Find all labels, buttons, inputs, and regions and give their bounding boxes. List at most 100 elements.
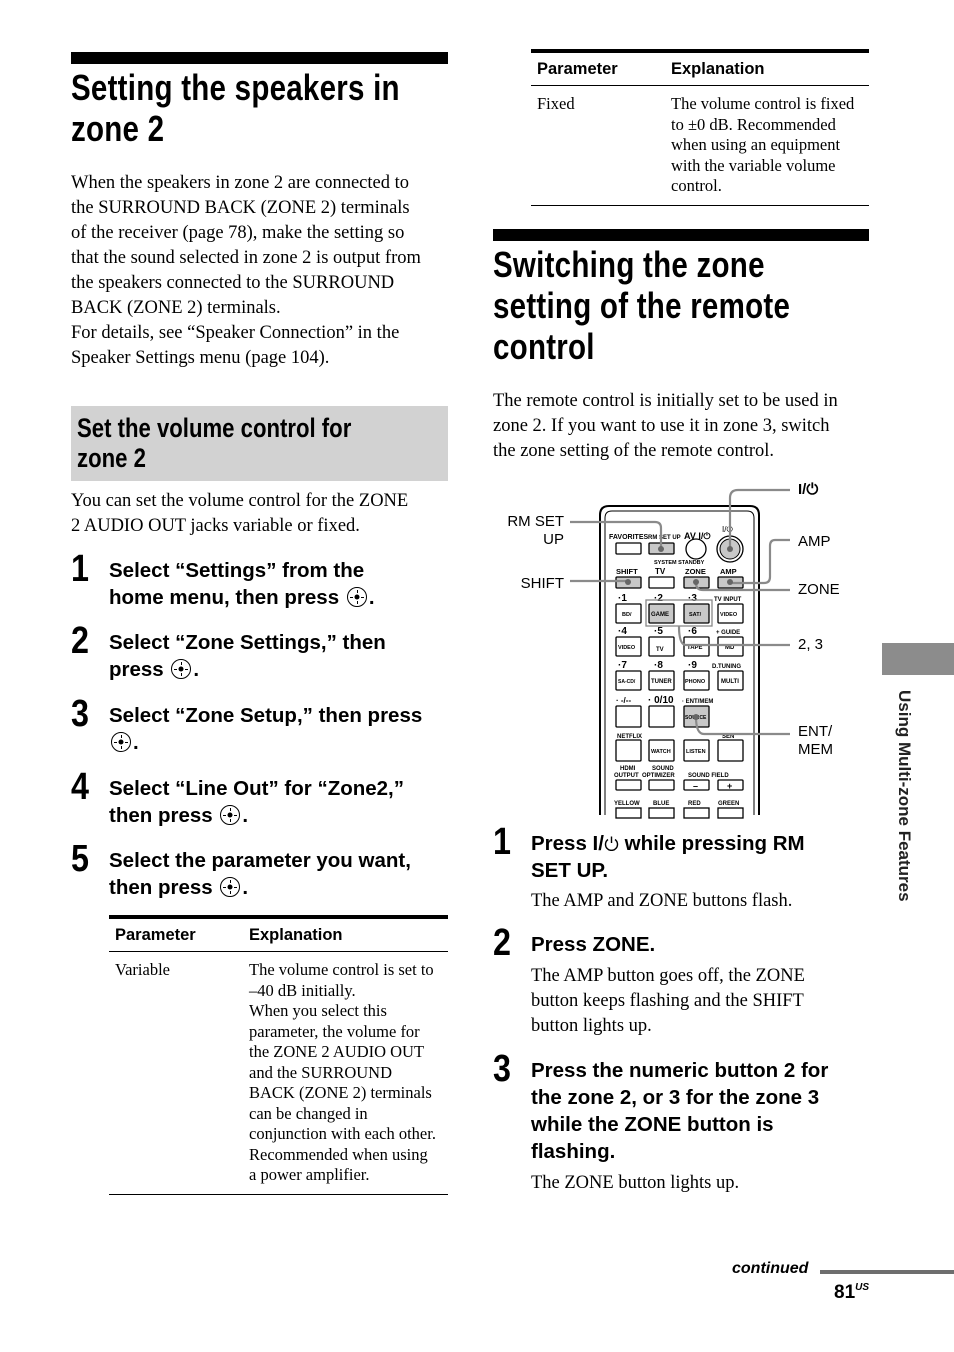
intro-line: zone 2. If you want to use it in zone 3,… [493,416,830,436]
step-text: Select “Zone Settings,” then press . [109,629,386,683]
zero-ten-button [648,705,675,728]
label-favorites: FAVORITES [609,534,648,541]
tv-button [648,576,675,589]
step-number: 3 [493,1048,511,1090]
cell-line: to ±0 dB. Recommended [671,114,836,134]
label-9: ·9 [688,660,697,671]
punctuation: . [242,804,249,827]
label-amp: AMP [720,567,737,576]
table-cell-explanation: The volume control is set to –40 dB init… [243,951,448,1195]
label-6: ·6 [688,626,697,637]
netflix-button [615,739,642,762]
intro-line: BACK (ZONE 2) terminals. [71,298,281,318]
dash-button [615,705,642,728]
note-line: The AMP button goes off, the ZONE [531,966,805,986]
cell-line: when using an equipment [671,135,841,154]
cell-line: The volume control is fixed [671,94,855,113]
step-number: 2 [493,922,511,964]
svg-text:WATCH: WATCH [651,749,671,755]
callout-line: MEM [798,741,833,758]
parameter-table-variable: Parameter Explanation Variable The volum… [109,915,448,1195]
cell-line: control. [671,176,722,195]
callout-zone: ZONE [798,581,840,598]
step-number: 1 [71,548,89,590]
cell-line: conjunction with each other. [249,1124,436,1143]
svg-text:SOUND: SOUND [652,766,674,772]
step-number: 2 [71,620,89,662]
step-number: 3 [71,693,89,735]
enter-button-icon [220,877,241,897]
label-sound-field: SOUND FIELD [688,773,729,779]
svg-text:LISTEN: LISTEN [686,749,706,755]
chapter-tab-label: Using Multi-zone Features [895,690,914,902]
page-number: 81US [834,1282,869,1304]
table-cell-param: Variable [109,951,243,1195]
intro-line: When the speakers in zone 2 are connecte… [71,173,409,193]
label-2: ·2 [654,593,663,604]
label-1: ·1 [618,593,627,604]
section-title-line-1: Switching the zone [493,244,765,285]
callout-amp: AMP [798,533,831,550]
label-blue: BLUE [653,801,669,807]
step-line: the zone 2, or 3 for the zone 3 [531,1086,820,1109]
cell-line: a power amplifier. [249,1165,370,1184]
svg-text:–: – [693,781,698,791]
cell-line: The volume control is set to [249,960,434,979]
step-text: Select “Line Out” for “Zone2,” then pres… [109,775,404,829]
page-title-line-1: Setting the speakers in [71,67,400,108]
label-power: I/⏻ [722,525,733,534]
step-line: then press [109,804,213,827]
label-red: RED [688,801,701,807]
intro-line: the zone setting of the remote control. [493,441,775,461]
label-guide: + GUIDE [716,630,740,636]
step-text: Select the parameter you want, then pres… [109,847,411,901]
intro-line: the SURROUND BACK (ZONE 2) terminals [71,198,410,218]
step-line: while the ZONE button is [531,1113,774,1136]
note-line: button keeps flashing and the SHIFT [531,991,804,1011]
step-number: 4 [71,766,89,808]
callout-line: UP [543,531,564,548]
svg-text:+: + [727,781,732,791]
step-text: Select “Zone Setup,” then press . [109,702,422,756]
label-tv: TV [655,567,666,576]
favorites-button [615,542,642,555]
label-dash: · -/-- [616,696,631,705]
svg-text:GAME: GAME [651,612,669,618]
label-green: GREEN [718,801,739,807]
step-text: Press the numeric button 2 for the zone … [531,1057,828,1165]
label-system-standby: SYSTEM STANDBY [654,560,705,566]
svg-text:TUNER: TUNER [651,679,672,685]
sound-optimizer-button [648,779,675,791]
callout-2-3: 2, 3 [798,636,824,653]
step-number: 1 [493,821,511,863]
label-0-10: · 0/10 [648,695,674,706]
label-d-tuning: D.TUNING [712,664,741,670]
intro-line: the speakers connected to the SURROUND [71,273,395,293]
subsection-intro-line: You can set the volume control for the Z… [71,491,409,511]
note-line: button lights up. [531,1016,652,1036]
sen-button [717,739,744,762]
step-number: 5 [71,838,89,880]
table-header: Parameter [109,915,243,952]
callout-line: ENT/ [798,723,833,740]
intro-line: of the receiver (page 78), make the sett… [71,223,405,243]
intro-line: Speaker Settings menu (page 104). [71,348,330,368]
enter-button-icon [171,659,192,679]
cell-line: with the variable volume [671,155,836,175]
step-line: then press [109,876,213,899]
punctuation: . [133,731,139,754]
power-icon [604,836,619,851]
step-text: Press ZONE. [531,933,656,956]
cell-line: and the SURROUND [249,1062,392,1082]
svg-text:HDMI: HDMI [620,766,636,772]
cell-line: BACK (ZONE 2) terminals [249,1083,432,1102]
svg-text:OPTIMIZER: OPTIMIZER [642,773,675,779]
step-text: Select “Settings” from the home menu, th… [109,557,375,611]
label-shift: SHIFT [616,567,638,576]
svg-text:BD/: BD/ [622,612,632,618]
step-line: Press the numeric button 2 for [531,1059,829,1082]
step-note: The ZONE button lights up. [531,1173,740,1193]
table-header: Explanation [665,49,869,86]
step-line: while pressing RM [618,832,805,855]
table-header: Explanation [243,915,448,952]
